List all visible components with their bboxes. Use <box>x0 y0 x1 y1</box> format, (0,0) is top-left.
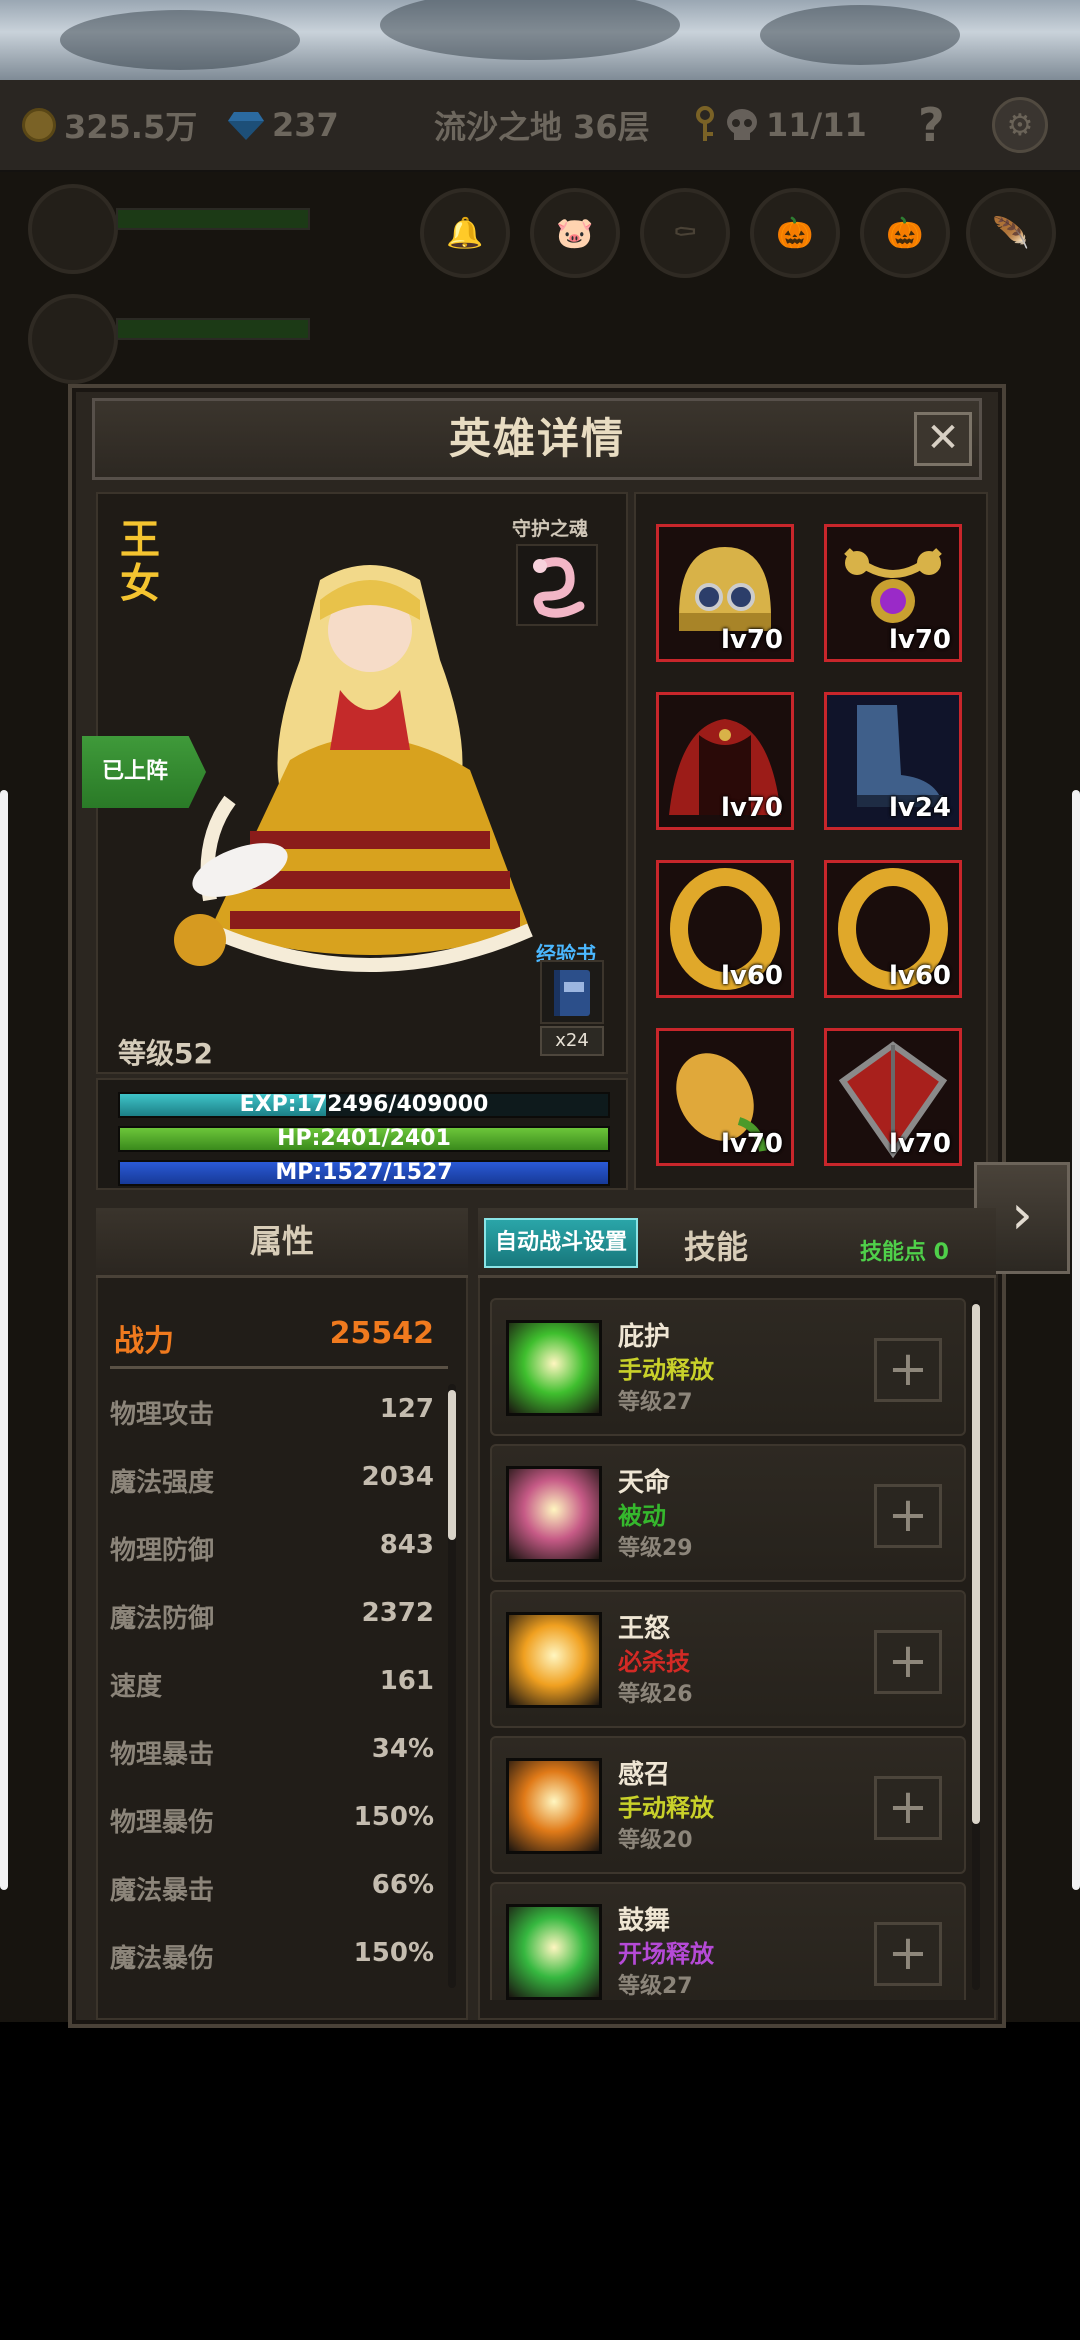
hero-name: 王女 <box>120 517 160 607</box>
gem-counter: 237 <box>228 80 339 170</box>
attribute-row: 物理防御 843 <box>110 1530 434 1566</box>
skill-card[interactable]: 天命 被动 等级29 + <box>490 1444 966 1582</box>
piggy-bank-icon: 🐷 <box>530 188 620 278</box>
gear-icon: ⚙ <box>992 97 1048 153</box>
feather-icon: 🪶 <box>966 188 1056 278</box>
pumpkin-icon: 🎃 <box>750 188 840 278</box>
power-value: 25542 <box>329 1316 434 1351</box>
deployed-tag: 已上阵 <box>82 736 206 808</box>
skill-list: 庇护 手动释放 等级27 + 天命 被动 等级29 + 王怒 必杀技 等级26 … <box>490 1298 970 2000</box>
upgrade-skill-button[interactable]: + <box>874 1338 942 1402</box>
attributes-header: 属性 <box>96 1208 468 1278</box>
hero-portrait-slot <box>28 294 118 384</box>
key-icon <box>696 106 714 141</box>
skill-card[interactable]: 鼓舞 开场释放 等级27 + <box>490 1882 966 2000</box>
upgrade-skill-button[interactable]: + <box>874 1776 942 1840</box>
summon-skill-icon <box>506 1758 602 1854</box>
attribute-row: 物理暴击 34% <box>110 1734 434 1770</box>
attribute-row: 魔法强度 2034 <box>110 1462 434 1498</box>
upgrade-skill-button[interactable]: + <box>874 1922 942 1986</box>
location-label: 流沙之地 36层 <box>434 108 650 146</box>
guardian-soul-slot[interactable] <box>516 544 598 626</box>
coffin-icon: ⚰ <box>640 188 730 278</box>
dialog-title: 英雄详情 <box>448 414 625 463</box>
help-button[interactable]: ? <box>918 80 945 170</box>
gold-coin-icon <box>22 108 56 142</box>
skills-header: 技能 <box>684 1228 749 1266</box>
equipment-slot[interactable]: lv60 <box>824 860 962 998</box>
auto-battle-settings-button[interactable]: 自动战斗设置 <box>484 1218 638 1268</box>
left-edge-indicator <box>0 790 8 1890</box>
power-label: 战力 <box>114 1324 174 1359</box>
equipment-slot[interactable]: lv70 <box>656 692 794 830</box>
pumpkin-icon: 🎃 <box>860 188 950 278</box>
equipment-slot[interactable]: lv70 <box>824 524 962 662</box>
attribute-row: 速度 161 <box>110 1666 434 1702</box>
hero-level: 等级52 <box>118 1037 213 1070</box>
settings-button[interactable]: ⚙ <box>992 80 1048 170</box>
keys-skulls-counter: 11/11 <box>694 80 867 170</box>
hp-bar: HP:2401/2401 <box>118 1126 610 1152</box>
upgrade-skill-button[interactable]: + <box>874 1630 942 1694</box>
skull-icon <box>727 109 757 140</box>
equipment-slot[interactable]: lv70 <box>656 524 794 662</box>
resource-bar: 325.5万 237 流沙之地 36层 11/11 ? ⚙ <box>0 80 1080 172</box>
power-divider <box>110 1366 448 1369</box>
upgrade-skill-button[interactable]: + <box>874 1484 942 1548</box>
shelter-skill-icon <box>506 1320 602 1416</box>
exp-book-button[interactable] <box>540 960 604 1024</box>
guardian-soul-label: 守护之魂 <box>512 518 589 540</box>
attribute-row: 魔法防御 2372 <box>110 1598 434 1634</box>
exp-book-count: x24 <box>540 1026 604 1056</box>
attribute-row: 魔法暴伤 150% <box>110 1938 434 1974</box>
inspire-skill-icon <box>506 1904 602 2000</box>
close-button[interactable]: ✕ <box>914 412 972 466</box>
attribute-row: 魔法暴击 66% <box>110 1870 434 1906</box>
bell-icon: 🔔 <box>420 188 510 278</box>
hero-health-bar <box>116 208 310 230</box>
chevron-right-icon: › <box>1011 1183 1033 1246</box>
background-scenery <box>0 0 1080 80</box>
equipment-slot[interactable]: lv24 <box>824 692 962 830</box>
right-edge-indicator <box>1072 790 1080 1890</box>
equipment-slot[interactable]: lv60 <box>656 860 794 998</box>
serpent-icon <box>533 557 585 618</box>
attribute-row: 物理攻击 127 <box>110 1394 434 1430</box>
destiny-skill-icon <box>506 1466 602 1562</box>
hero-portrait-illustration <box>174 565 533 972</box>
hero-portrait-slot <box>28 184 118 274</box>
mp-bar: MP:1527/1527 <box>118 1160 610 1186</box>
diamond-icon <box>228 112 264 140</box>
royal-wrath-skill-icon <box>506 1612 602 1708</box>
attribute-row: 物理暴伤 150% <box>110 1802 434 1838</box>
hero-health-bar <box>116 318 310 340</box>
exp-bar: EXP:172496/409000 <box>118 1092 610 1118</box>
book-icon <box>554 970 590 1016</box>
skills-scrollbar-thumb[interactable] <box>972 1304 980 1824</box>
skill-card[interactable]: 感召 手动释放 等级20 + <box>490 1736 966 1874</box>
skill-points: 技能点 0 <box>860 1240 949 1265</box>
skill-card[interactable]: 王怒 必杀技 等级26 + <box>490 1590 966 1728</box>
close-icon: ✕ <box>926 415 960 461</box>
gold-counter: 325.5万 <box>22 80 197 170</box>
equipment-slot[interactable]: lv70 <box>656 1028 794 1166</box>
equipment-slot[interactable]: lv70 <box>824 1028 962 1166</box>
attributes-scrollbar-thumb[interactable] <box>448 1390 456 1540</box>
skill-card[interactable]: 庇护 手动释放 等级27 + <box>490 1298 966 1436</box>
